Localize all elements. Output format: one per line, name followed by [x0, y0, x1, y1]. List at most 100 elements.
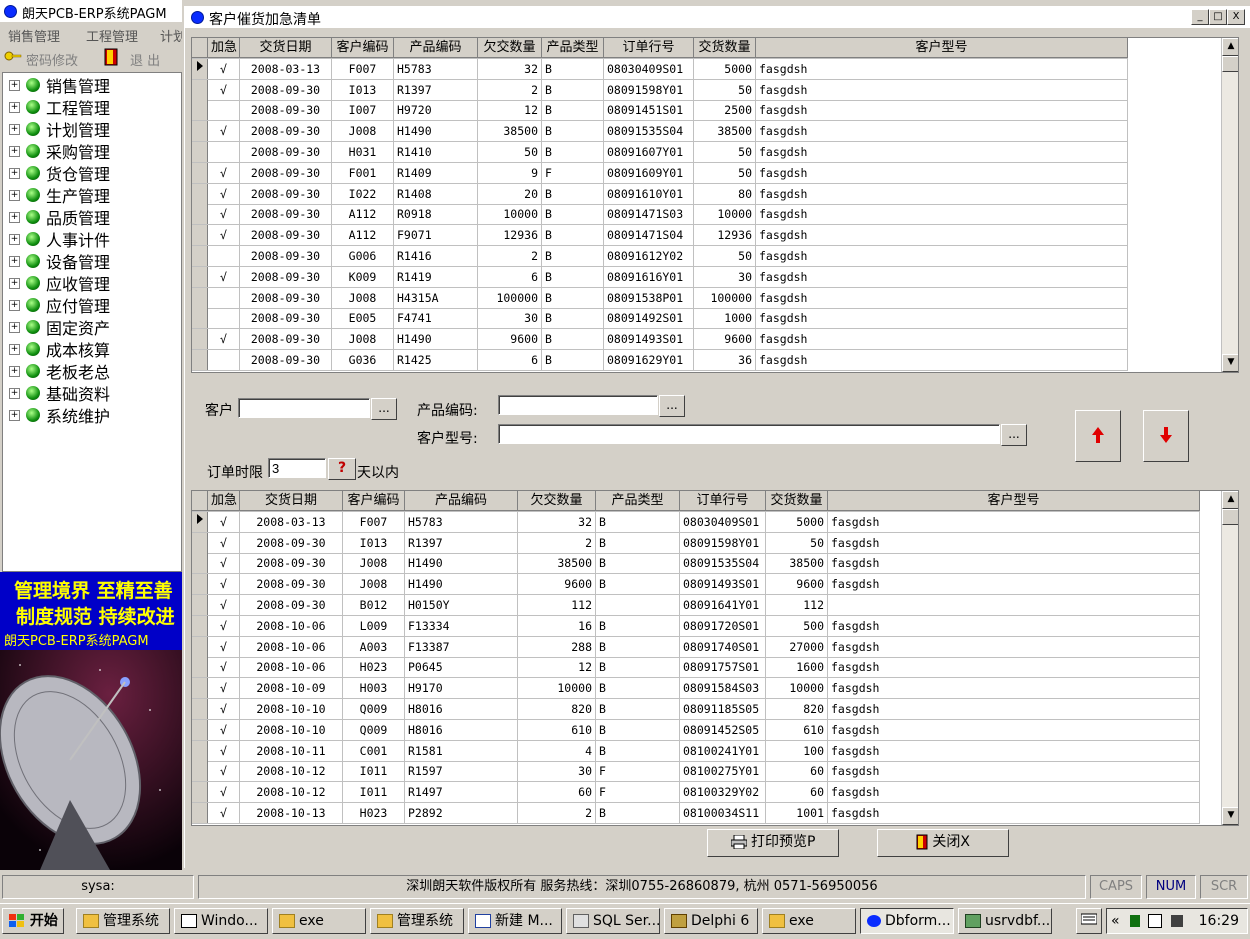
expand-icon[interactable]: + [9, 277, 20, 289]
table-cell[interactable]: fasgdsh [756, 100, 1128, 121]
table-cell[interactable]: 08100241Y01 [680, 740, 766, 761]
minimize-button[interactable]: _ [1191, 9, 1209, 25]
table-cell[interactable]: 30 [478, 308, 542, 329]
table-cell[interactable]: A112 [332, 225, 394, 246]
table-cell[interactable]: R1409 [394, 162, 478, 183]
help-icon[interactable]: ? [328, 458, 356, 480]
table-cell[interactable]: 08100034S11 [680, 803, 766, 823]
table-row[interactable]: √ 2008-10-12 I011 R1597 30 F 08100275Y01 60 fasg… [192, 761, 1200, 783]
table-cell[interactable]: 2008-09-30 [240, 204, 332, 225]
table-cell[interactable]: Q009 [343, 699, 405, 719]
tray-chevron[interactable]: « [1111, 913, 1120, 929]
table-cell[interactable]: 38500 [766, 553, 828, 574]
row-indicator[interactable] [192, 615, 208, 636]
table-row[interactable]: √ 2008-09-30 J008 H1490 38500 B 08091535S04 385… [192, 553, 1200, 575]
table-cell[interactable]: 10000 [694, 204, 756, 225]
expand-icon[interactable]: + [9, 365, 20, 377]
table-cell[interactable]: 08091612Y02 [604, 246, 694, 266]
table-cell[interactable]: 610 [766, 719, 828, 740]
urgent-check-cell[interactable]: √ [208, 761, 240, 782]
column-header[interactable]: 客户型号 [828, 491, 1200, 511]
row-indicator[interactable] [192, 574, 208, 595]
task-windows[interactable]: Windo... [174, 908, 268, 934]
table-cell[interactable]: 27000 [766, 636, 828, 657]
table-cell[interactable]: 10000 [518, 678, 596, 699]
row-indicator[interactable] [192, 246, 208, 266]
table-cell[interactable]: 2008-09-30 [240, 121, 332, 142]
table-cell[interactable]: fasgdsh [756, 329, 1128, 350]
table-cell[interactable]: fasgdsh [756, 266, 1128, 287]
table-cell[interactable]: 08091607Y01 [604, 142, 694, 162]
table-cell[interactable]: 2008-09-30 [240, 225, 332, 246]
tree-item-sales[interactable]: + 销售管理 [9, 74, 110, 96]
urgent-check-cell[interactable]: √ [208, 803, 240, 823]
row-indicator[interactable] [192, 350, 208, 370]
table-cell[interactable]: 1000 [694, 308, 756, 329]
table-row[interactable]: √ 2008-10-09 H003 H9170 10000 B 08091584S03 100… [192, 678, 1200, 700]
table-cell[interactable]: 2008-09-30 [240, 350, 332, 370]
table-cell[interactable]: B [596, 574, 680, 595]
table-cell[interactable]: B [596, 699, 680, 719]
table-cell[interactable]: R1581 [405, 740, 518, 761]
row-indicator[interactable] [192, 79, 208, 100]
table-cell[interactable]: 30 [694, 266, 756, 287]
table-cell[interactable]: 32 [478, 58, 542, 79]
table-row[interactable]: 2008-09-30 I007 H9720 12 B 08091451S01 2500 fas… [192, 100, 1128, 122]
urgent-check-cell[interactable]: √ [208, 595, 240, 615]
exit-button[interactable]: 退 出 [130, 50, 160, 69]
table-row[interactable]: √ 2008-10-06 H023 P0645 12 B 08091757S01 1600 fa… [192, 657, 1200, 679]
table-cell[interactable]: 2008-10-11 [240, 740, 343, 761]
row-indicator[interactable] [192, 287, 208, 308]
column-header[interactable]: 加急 [208, 38, 240, 58]
row-indicator[interactable] [192, 162, 208, 183]
table-cell[interactable]: H031 [332, 142, 394, 162]
table-cell[interactable]: R1419 [394, 266, 478, 287]
table-cell[interactable]: fasgdsh [756, 142, 1128, 162]
table-cell[interactable]: B [542, 58, 604, 79]
table-cell[interactable]: 12936 [478, 225, 542, 246]
table-cell[interactable]: fasgdsh [756, 162, 1128, 183]
table-cell[interactable]: fasgdsh [756, 204, 1128, 225]
row-indicator[interactable] [192, 183, 208, 204]
table-cell[interactable]: 80 [694, 183, 756, 204]
urgent-check-cell[interactable]: √ [208, 782, 240, 803]
table-cell[interactable]: R1397 [405, 532, 518, 553]
urgent-check-cell[interactable] [208, 246, 240, 266]
table-cell[interactable]: 08100275Y01 [680, 761, 766, 782]
expand-icon[interactable]: + [9, 343, 20, 355]
table-cell[interactable]: 9 [478, 162, 542, 183]
table-cell[interactable]: B [596, 532, 680, 553]
table-cell[interactable]: B [542, 142, 604, 162]
tree-item-fixed-assets[interactable]: + 固定资产 [9, 316, 110, 338]
table-row[interactable]: √ 2008-09-30 B012 H0150Y 112 08091641Y01 112 [192, 595, 1200, 616]
table-row[interactable]: √ 2008-09-30 J008 H1490 38500 B 08091535S04 385… [192, 121, 1128, 143]
menu-sales[interactable]: 销售管理 [8, 26, 60, 45]
urgent-check-cell[interactable]: √ [208, 266, 240, 287]
table-cell[interactable]: 2008-09-30 [240, 532, 343, 553]
table-cell[interactable]: F001 [332, 162, 394, 183]
table-cell[interactable]: fasgdsh [756, 79, 1128, 100]
keyboard-icon[interactable] [1076, 908, 1102, 934]
table-cell[interactable]: J008 [343, 574, 405, 595]
table-cell[interactable]: H5783 [394, 58, 478, 79]
task-usrvdbf[interactable]: usrvdbf... [958, 908, 1052, 934]
table-cell[interactable]: fasgdsh [828, 615, 1200, 636]
task-new-document[interactable]: 新建 M... [468, 908, 562, 934]
table-row[interactable]: √ 2008-09-30 I013 R1397 2 B 08091598Y01 50 fasgd… [192, 79, 1128, 101]
table-cell[interactable]: 60 [766, 761, 828, 782]
close-window-button[interactable]: X [1227, 9, 1245, 25]
row-indicator[interactable] [192, 636, 208, 657]
table-cell[interactable]: 2008-10-06 [240, 615, 343, 636]
move-down-button[interactable] [1143, 410, 1189, 462]
tree-item-equipment[interactable]: + 设备管理 [9, 250, 110, 272]
table-cell[interactable]: H023 [343, 803, 405, 823]
table-cell[interactable]: F [596, 761, 680, 782]
table-cell[interactable]: 08030409S01 [680, 511, 766, 532]
move-up-button[interactable] [1075, 410, 1121, 462]
table-row[interactable]: √ 2008-10-10 Q009 H8016 610 B 08091452S05 610 fa… [192, 719, 1200, 741]
table-cell[interactable]: 2008-09-30 [240, 142, 332, 162]
table-cell[interactable]: 16 [518, 615, 596, 636]
table-cell[interactable]: B [542, 266, 604, 287]
table-row[interactable]: √ 2008-09-30 J008 H1490 9600 B 08091493S01 9600… [192, 574, 1200, 596]
scroll-down-icon[interactable]: ▼ [1222, 354, 1238, 372]
